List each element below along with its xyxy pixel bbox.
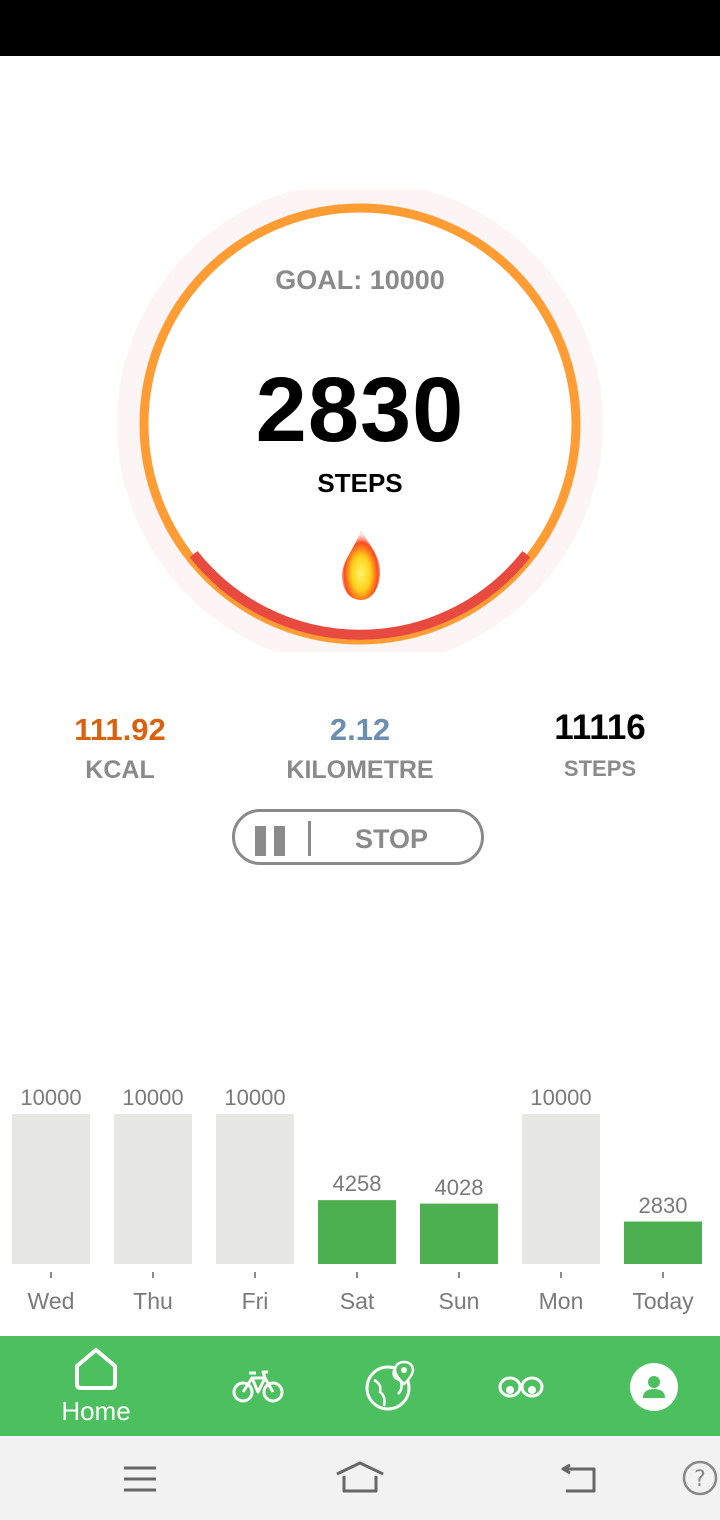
kilometre-label: KILOMETRE bbox=[286, 756, 434, 784]
bicycle-icon bbox=[232, 1370, 284, 1403]
nav-home-label: Home bbox=[61, 1396, 131, 1426]
bar-thu bbox=[114, 1114, 192, 1264]
bar-value-label: 10000 bbox=[122, 1085, 184, 1110]
svg-text:?: ? bbox=[694, 1467, 706, 1492]
bottom-nav: Home bbox=[0, 1336, 720, 1436]
day-label: Thu bbox=[133, 1288, 173, 1314]
day-label: Fri bbox=[241, 1288, 269, 1314]
nav-bike[interactable] bbox=[220, 1336, 296, 1436]
button-divider bbox=[308, 821, 311, 856]
bar-fri bbox=[216, 1114, 294, 1264]
bar-value-label: 10000 bbox=[224, 1085, 286, 1110]
stop-button-label[interactable]: STOP bbox=[355, 824, 428, 855]
today-steps-count: 2830 bbox=[255, 359, 465, 461]
bar-value-label: 10000 bbox=[20, 1085, 82, 1110]
bar-wed bbox=[12, 1114, 90, 1264]
back-icon[interactable] bbox=[558, 1464, 598, 1494]
kilometre-value: 2.12 bbox=[329, 712, 391, 747]
help-icon[interactable]: ? bbox=[682, 1460, 718, 1496]
weekly-steps-chart: 10000 Wed 10000 Thu 10000 Fri 4258 Sat 4028 Sun 10… bbox=[0, 1060, 720, 1340]
home-icon bbox=[75, 1348, 117, 1390]
bar-value-label: 2830 bbox=[638, 1192, 688, 1218]
eyes-icon bbox=[498, 1376, 544, 1398]
stat-total-steps: 11116 STEPS bbox=[480, 708, 720, 782]
pause-stop-button[interactable]: STOP bbox=[232, 809, 484, 865]
bar-value-label: 4258 bbox=[332, 1171, 382, 1197]
status-bar bbox=[0, 0, 720, 56]
today-steps-label: STEPS bbox=[317, 468, 403, 498]
day-label: Sat bbox=[339, 1288, 375, 1314]
bar-sun bbox=[420, 1203, 498, 1264]
nav-map[interactable] bbox=[350, 1336, 430, 1436]
stat-kilometre: 2.12 KILOMETRE bbox=[240, 712, 480, 785]
globe-location-icon bbox=[365, 1360, 415, 1411]
system-home-icon[interactable] bbox=[334, 1460, 386, 1494]
nav-social[interactable] bbox=[490, 1336, 554, 1436]
nav-profile[interactable] bbox=[624, 1336, 684, 1436]
bar-mon bbox=[522, 1114, 600, 1264]
day-label: Wed bbox=[27, 1288, 75, 1314]
bar-sat bbox=[318, 1200, 396, 1264]
bar-today bbox=[624, 1221, 702, 1264]
goal-label: GOAL: 10000 bbox=[275, 265, 445, 295]
system-nav-bar: ? bbox=[0, 1436, 720, 1520]
stat-kcal: 111.92 KCAL bbox=[0, 712, 240, 785]
day-label: Today bbox=[632, 1288, 694, 1314]
total-steps-label: STEPS bbox=[563, 756, 637, 781]
kcal-value: 111.92 bbox=[74, 712, 166, 747]
menu-icon[interactable] bbox=[122, 1465, 158, 1493]
day-label: Mon bbox=[538, 1288, 584, 1314]
kcal-label: KCAL bbox=[85, 756, 155, 784]
nav-home[interactable]: Home bbox=[0, 1336, 192, 1436]
profile-icon bbox=[630, 1363, 678, 1411]
day-label: Sun bbox=[438, 1288, 480, 1314]
flame-icon bbox=[336, 526, 386, 604]
bar-value-label: 4028 bbox=[434, 1174, 484, 1200]
total-steps-value: 11116 bbox=[554, 708, 646, 747]
bar-value-label: 10000 bbox=[530, 1085, 592, 1110]
